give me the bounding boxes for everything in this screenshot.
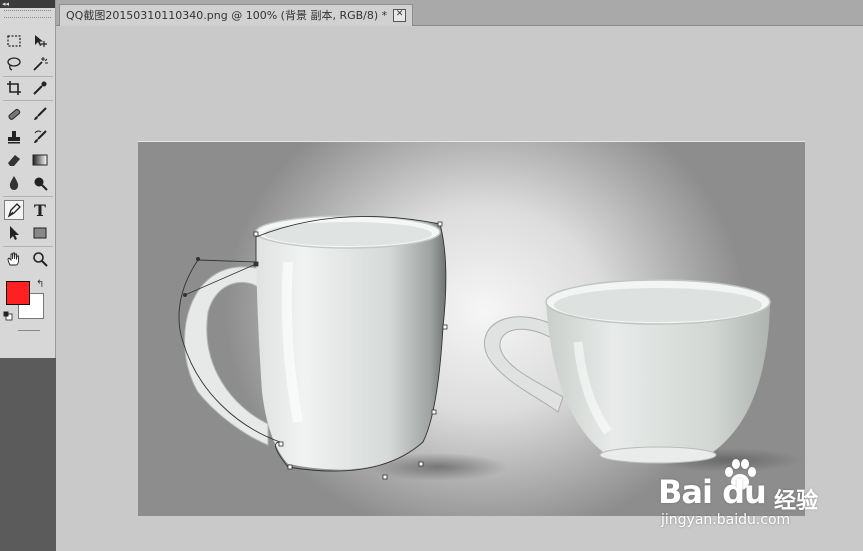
foreground-color-swatch[interactable]: [6, 281, 30, 305]
gradient-icon: [32, 154, 48, 166]
type-icon: T: [34, 200, 46, 220]
bandage-icon: [8, 108, 21, 120]
pen-icon: [7, 203, 21, 218]
eyedropper-icon: [33, 81, 47, 95]
cup-body: [546, 302, 770, 460]
direction-handle-point[interactable]: [196, 257, 200, 261]
document-tab-title: QQ截图20150310110340.png @ 100% (背景 副本, RG…: [66, 8, 388, 22]
hand-tool-button[interactable]: [4, 249, 24, 269]
watermark-brand-cn: 经验: [774, 489, 819, 514]
gradient-tool-button[interactable]: [30, 150, 50, 170]
healing-brush-tool-button[interactable]: [4, 104, 24, 124]
zoom-icon: [33, 252, 48, 267]
magic-wand-icon: [33, 57, 48, 71]
type-tool-button[interactable]: T: [30, 200, 50, 220]
cup-opening: [554, 288, 762, 322]
document-tab[interactable]: QQ截图20150310110340.png @ 100% (背景 副本, RG…: [59, 4, 414, 26]
arrow-icon: [10, 226, 19, 240]
crop-tool-button[interactable]: [4, 78, 24, 98]
brush-tool-button[interactable]: [30, 104, 50, 124]
eraser-icon: [8, 155, 20, 166]
rectangle-icon: [33, 227, 47, 239]
toolbar-separator: [3, 196, 53, 197]
watermark-url: jingyan.baidu.com: [661, 512, 791, 528]
clone-stamp-tool-button[interactable]: [4, 127, 24, 147]
hand-icon: [7, 252, 19, 266]
lasso-tool-button[interactable]: [4, 54, 24, 74]
eraser-tool-button[interactable]: [4, 150, 24, 170]
default-colors-icon[interactable]: [3, 311, 13, 321]
pen-tool-button[interactable]: [4, 200, 24, 220]
panel-collapse-button[interactable]: ◂◂: [0, 0, 55, 8]
document-tab-bar: QQ截图20150310110340.png @ 100% (背景 副本, RG…: [56, 0, 863, 26]
move-icon: [35, 35, 47, 47]
baidu-watermark: Bai du 经验 jingyan.baidu.com: [658, 455, 858, 545]
dodge-tool-button[interactable]: [30, 173, 50, 193]
swap-colors-icon[interactable]: ↰: [36, 279, 44, 290]
toolbar-separator: [3, 100, 53, 101]
marquee-icon: [7, 35, 21, 47]
panel-grip[interactable]: [4, 10, 51, 18]
history-brush-tool-button[interactable]: [30, 127, 50, 147]
toolbar-separator: [3, 246, 53, 247]
path-selection-tool-button[interactable]: [4, 223, 24, 243]
dodge-icon: [34, 177, 48, 191]
toolbar-separator: [3, 76, 53, 77]
rectangle-tool-button[interactable]: [30, 223, 50, 243]
crop-icon: [7, 81, 21, 95]
lasso-icon: [7, 57, 21, 71]
history-brush-icon: [34, 130, 47, 143]
magic-wand-tool-button[interactable]: [30, 54, 50, 74]
drop-icon: [9, 176, 19, 190]
watermark-brand: Bai du: [658, 473, 767, 511]
direction-handle-point[interactable]: [183, 293, 187, 297]
mug-handle: [184, 266, 269, 446]
marquee-tool-button[interactable]: [4, 31, 24, 51]
brush-icon: [34, 107, 47, 120]
close-icon[interactable]: ✕: [393, 9, 407, 22]
tools-panel: ◂◂ T ↰: [0, 0, 56, 551]
blur-tool-button[interactable]: [4, 173, 24, 193]
stamp-icon: [8, 131, 20, 144]
zoom-tool-button[interactable]: [30, 249, 50, 269]
quick-mask-toggle[interactable]: [18, 330, 40, 331]
eyedropper-tool-button[interactable]: [30, 78, 50, 98]
tools-panel-body: ◂◂ T ↰: [0, 0, 56, 358]
move-tool-button[interactable]: [30, 31, 50, 51]
